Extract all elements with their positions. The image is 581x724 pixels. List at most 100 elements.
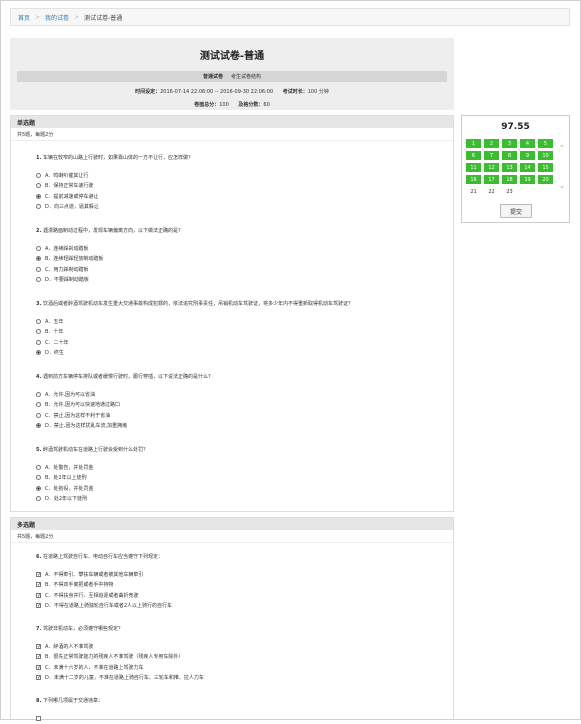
option[interactable]: ✓ A．不得牵引、攀扶车辆或者被其他车辆牵引 (36, 569, 453, 580)
option[interactable]: A．五年 (36, 316, 453, 327)
option[interactable]: C．处拘役，并处罚金 (36, 483, 453, 494)
radio-button[interactable] (36, 172, 41, 178)
option[interactable]: ✓ D．未满十二岁的儿童，不准在道路上骑自行车、三轮车和推、拉人力车 (36, 673, 453, 684)
question-number-cell[interactable]: 11 (466, 163, 481, 172)
option[interactable]: ✓ B．很先正常驾驶能力的残疾人不准驾驶（残疾人专用车除外） (36, 652, 453, 663)
total-value: 100 (219, 102, 229, 108)
total-label: 卷面总分： (194, 102, 220, 108)
checkbox-checked[interactable]: ✓ (36, 592, 41, 598)
checkbox-checked[interactable]: ✓ (36, 675, 41, 681)
option[interactable]: B．十年 (36, 327, 453, 338)
radio-button[interactable] (36, 183, 41, 189)
radio-button[interactable] (36, 318, 41, 324)
submit-button[interactable]: 提交 (500, 204, 532, 218)
option[interactable]: C．用力踩制动踏板 (36, 264, 453, 275)
question-number-cell[interactable]: 15 (538, 163, 553, 172)
option[interactable]: D．不要踩制动踏板 (36, 275, 453, 286)
chevron-up-icon[interactable]: ⌃ (559, 144, 565, 152)
question-number-cell[interactable]: 1 (466, 139, 481, 148)
exam-header: 测试试卷-普通 普通试卷 考生试卷结构 时间设定：2016-07-14 22:0… (10, 38, 454, 110)
option[interactable]: A．允许,因为可以省油 (36, 389, 453, 400)
section-title: 单选题 (11, 116, 453, 128)
question-number-cell[interactable]: 17 (484, 175, 499, 184)
checkbox-checked[interactable]: ✓ (36, 571, 41, 577)
question-number-cell[interactable]: 13 (502, 163, 517, 172)
breadcrumb-my-exams-link[interactable]: 我的试卷 (45, 13, 69, 22)
radio-button-selected[interactable] (36, 423, 41, 429)
question-number-cell[interactable]: 9 (520, 151, 535, 160)
question-number-cell[interactable]: 16 (466, 175, 481, 184)
radio-button-selected[interactable] (36, 485, 41, 491)
question-title: 1. 车辆在较窄的山路上行驶时，如果靠山体的一方不让行，应怎样做？ (36, 155, 193, 161)
option[interactable]: A．连续踩刹动踏板 (36, 243, 453, 254)
option[interactable]: D．处2年以下徒刑 (36, 494, 453, 505)
breadcrumb-separator: > (35, 13, 41, 21)
option[interactable]: ✓ C．未满十六岁的人，不准在道路上驾驶力车 (36, 662, 453, 673)
radio-button[interactable] (36, 204, 41, 210)
option[interactable]: ✓ C．不得扶身并行、互相追逐或者曲折竞驶 (36, 590, 453, 601)
checkbox-checked[interactable]: ✓ (36, 603, 41, 609)
option[interactable]: ✓ D．不得在道路上骑独轮自行车或者2人以上骑行的自行车 (36, 601, 453, 612)
question-grid: 1 2 3 4 5 6 7 8 9 10 11 12 13 14 15 16 17 18 19 20 21 22 23 (466, 139, 553, 196)
chevron-down-icon[interactable]: ⌄ (559, 182, 565, 190)
radio-button[interactable] (36, 475, 41, 481)
question-number-cell[interactable]: 3 (502, 139, 517, 148)
checkbox-checked[interactable]: ✓ (36, 664, 41, 670)
option[interactable]: B．处2年以上徒刑 (36, 473, 453, 484)
radio-button[interactable] (36, 329, 41, 335)
question: 3. 饮酒后或者醉酒驾驶机动车发生重大交通事故构成犯罪的，依法追究刑事责任，吊销… (11, 300, 453, 358)
checkbox[interactable] (36, 715, 41, 721)
radio-button[interactable] (36, 402, 41, 408)
question-number-cell[interactable]: 4 (520, 139, 535, 148)
question-number-cell[interactable]: 22 (484, 187, 499, 196)
question: 6. 在道路上驾驶自行车、电动自行车应当遵守下列规定： ✓ A．不得牵引、攀扶车辆… (11, 553, 453, 611)
option[interactable]: C．禁止,因为这样不利于省油 (36, 410, 453, 421)
option[interactable]: B．连续轻踩轻放制动踏板 (36, 254, 453, 265)
question-number-cell[interactable]: 14 (520, 163, 535, 172)
question-number-cell[interactable]: 5 (538, 139, 553, 148)
radio-button[interactable] (36, 412, 41, 418)
question-number-cell[interactable]: 7 (484, 151, 499, 160)
question-number-cell[interactable]: 12 (484, 163, 499, 172)
option[interactable]: A．处警告，并处罚金 (36, 462, 453, 473)
question-number-cell[interactable]: 23 (502, 187, 517, 196)
question-title: 3. 饮酒后或者醉酒驾驶机动车发生重大交通事故构成犯罪的，依法追究刑事责任，吊销… (36, 301, 353, 307)
question-title: 4. 遇到前方车辆停车排队或者缓慢行驶时，跟行穿插，以下说法正确的是什么？ (36, 374, 213, 380)
option[interactable]: D．向三点道，逼其躲让 (36, 202, 453, 213)
question-number-cell[interactable]: 10 (538, 151, 553, 160)
time-value: 2016-07-14 22:06:00 -- 2016-09-30 22:06:… (160, 89, 274, 95)
radio-button[interactable] (36, 339, 41, 345)
question-number-cell[interactable]: 20 (538, 175, 553, 184)
time-label: 时间设定： (135, 89, 161, 95)
radio-button[interactable] (36, 245, 41, 251)
radio-button-selected[interactable] (36, 193, 41, 199)
question-number-cell[interactable]: 21 (466, 187, 481, 196)
question-number-cell[interactable]: 8 (502, 151, 517, 160)
breadcrumb-home-link[interactable]: 首页 (18, 13, 30, 22)
option[interactable]: C．二十年 (36, 337, 453, 348)
option[interactable]: D．禁止,因为这样扰乱车流,加重拥堵 (36, 421, 453, 432)
option[interactable]: ✓ B．不得双手离把或者手中持物 (36, 580, 453, 591)
question-number-cell[interactable]: 18 (502, 175, 517, 184)
option[interactable]: B．允许,因为可以快速地通过路口 (36, 400, 453, 411)
checkbox-checked[interactable]: ✓ (36, 582, 41, 588)
option[interactable]: D．终生 (36, 348, 453, 359)
radio-button[interactable] (36, 277, 41, 283)
radio-button[interactable] (36, 496, 41, 502)
option[interactable]: ✓ A．醉酒的人不准驾驶 (36, 641, 453, 652)
question-number-cell[interactable]: 2 (484, 139, 499, 148)
checkbox-checked[interactable]: ✓ (36, 654, 41, 660)
radio-button[interactable] (36, 464, 41, 470)
question-number-cell[interactable]: 19 (520, 175, 535, 184)
option[interactable]: B．保持正常车速行驶 (36, 181, 453, 192)
option[interactable]: C．提前减速或停车避让 (36, 191, 453, 202)
radio-button[interactable] (36, 391, 41, 397)
option[interactable]: A．鸣喇叭催其让行 (36, 170, 453, 181)
radio-button-selected[interactable] (36, 350, 41, 356)
option[interactable] (36, 713, 453, 724)
radio-button-selected[interactable] (36, 256, 41, 262)
radio-button[interactable] (36, 266, 41, 272)
question-title: 7. 驾驶非机动车，必须遵守哪些规定？ (36, 626, 123, 632)
question-number-cell[interactable]: 6 (466, 151, 481, 160)
checkbox-checked[interactable]: ✓ (36, 643, 41, 649)
